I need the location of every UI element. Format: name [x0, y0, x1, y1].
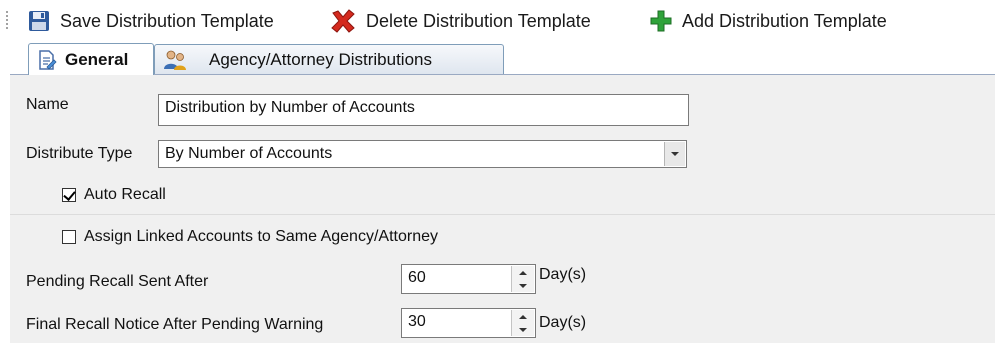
pending-recall-value: 60 — [408, 269, 426, 286]
distribute-type-select[interactable]: By Number of Accounts — [158, 140, 687, 168]
auto-recall-checkbox-box[interactable] — [62, 188, 76, 202]
auto-recall-checkbox[interactable]: Auto Recall — [62, 186, 166, 204]
auto-recall-label: Auto Recall — [84, 186, 166, 203]
distribute-type-value: By Number of Accounts — [165, 145, 333, 162]
add-distribution-template-button[interactable]: Add Distribution Template — [650, 8, 887, 34]
section-divider — [10, 214, 995, 215]
name-input[interactable]: Distribution by Number of Accounts — [158, 94, 689, 126]
pending-recall-stepper[interactable]: 60 — [401, 264, 536, 294]
spin-up-icon[interactable] — [512, 266, 534, 280]
assign-linked-checkbox-box[interactable] — [62, 230, 76, 244]
green-plus-icon — [650, 10, 672, 32]
distribute-type-label: Distribute Type — [26, 145, 133, 162]
name-label: Name — [26, 96, 69, 113]
pending-recall-unit: Day(s) — [539, 266, 587, 283]
tab-agency-attorney-distributions[interactable]: Agency/Attorney Distributions — [154, 44, 504, 74]
spin-up-icon[interactable] — [512, 310, 534, 324]
toolbar-grip[interactable] — [5, 10, 9, 30]
final-recall-stepper[interactable]: 30 — [401, 308, 536, 338]
add-label: Add Distribution Template — [682, 10, 887, 31]
pending-recall-spin-buttons — [511, 266, 534, 292]
delete-distribution-template-button[interactable]: Delete Distribution Template — [330, 8, 591, 34]
tab-general-label: General — [65, 49, 129, 69]
save-distribution-template-button[interactable]: Save Distribution Template — [28, 8, 274, 34]
document-edit-icon — [39, 49, 57, 70]
final-recall-unit: Day(s) — [539, 314, 587, 331]
final-recall-value: 30 — [408, 313, 426, 330]
red-x-icon — [331, 9, 355, 33]
toolbar: Save Distribution Template Delete Distri… — [0, 0, 995, 42]
tab-agency-label: Agency/Attorney Distributions — [209, 49, 432, 69]
spin-down-icon[interactable] — [512, 279, 534, 292]
final-recall-label: Final Recall Notice After Pending Warnin… — [26, 316, 324, 333]
people-icon — [164, 50, 186, 70]
save-label: Save Distribution Template — [60, 10, 274, 31]
assign-linked-checkbox[interactable]: Assign Linked Accounts to Same Agency/At… — [62, 228, 438, 246]
chevron-down-icon[interactable] — [664, 142, 685, 166]
final-recall-spin-buttons — [511, 310, 534, 336]
delete-label: Delete Distribution Template — [366, 10, 591, 31]
floppy-disk-icon — [29, 11, 49, 31]
spin-down-icon[interactable] — [512, 323, 534, 336]
assign-linked-label: Assign Linked Accounts to Same Agency/At… — [84, 228, 438, 245]
pending-recall-label: Pending Recall Sent After — [26, 273, 209, 290]
tab-general[interactable]: General — [28, 43, 154, 75]
